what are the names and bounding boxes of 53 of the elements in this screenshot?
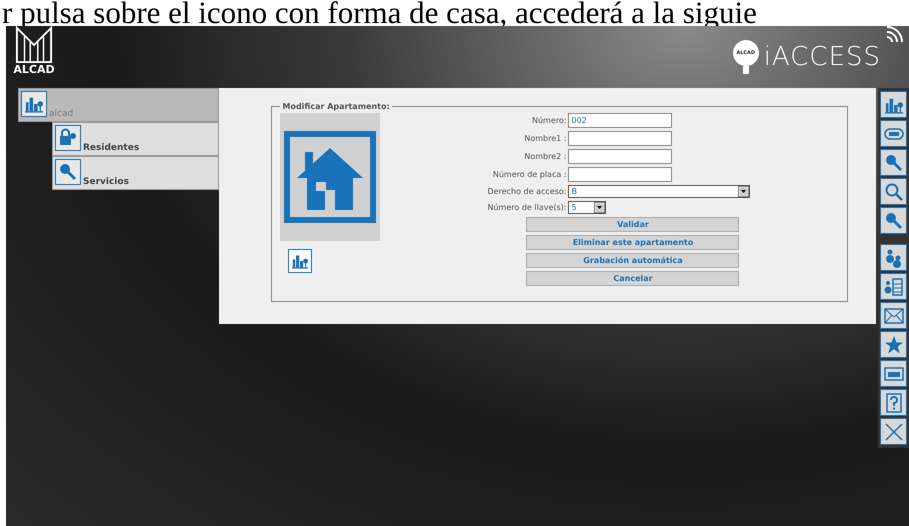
- house-tile[interactable]: [280, 113, 380, 241]
- action-button[interactable]: Cancelar: [526, 271, 740, 286]
- toolbar-button[interactable]: [880, 418, 907, 445]
- house-icon: [283, 130, 378, 224]
- text-field[interactable]: 002: [568, 113, 672, 128]
- logo-mark-icon: [15, 26, 53, 64]
- toolbar-button[interactable]: [880, 207, 907, 234]
- star-icon: [884, 334, 904, 354]
- dropdown-arrow-icon: [738, 186, 750, 197]
- envelope-icon: [884, 308, 904, 324]
- toolbar-button[interactable]: [880, 273, 907, 300]
- field-label: Derecho de acceso:: [486, 187, 566, 196]
- toolbar-button[interactable]: [880, 244, 907, 271]
- person-list-icon: [884, 276, 904, 296]
- field-label: Nombre1 :: [523, 134, 566, 143]
- toolbar-button[interactable]: [880, 302, 907, 329]
- help-icon: [886, 392, 902, 412]
- action-button[interactable]: Validar: [526, 217, 740, 232]
- search-icon: [884, 182, 904, 202]
- action-button[interactable]: Eliminar este apartamento: [526, 235, 740, 250]
- close-icon: [884, 422, 904, 442]
- action-button[interactable]: Grabación automática: [526, 253, 740, 268]
- toolbar-button[interactable]: [880, 149, 907, 176]
- toolbar-button[interactable]: [880, 360, 907, 387]
- people-icon: [884, 248, 904, 268]
- field-label: Número de llave(s):: [486, 203, 566, 212]
- toolbar-button[interactable]: [880, 178, 907, 205]
- toolbar-button[interactable]: [880, 91, 907, 118]
- brand-logo: ALCAD: [8, 26, 60, 78]
- tree-item[interactable]: Servicios: [52, 156, 220, 190]
- wireless-icon: [885, 26, 903, 44]
- dropdown-field[interactable]: B: [568, 185, 750, 198]
- toolbar-button[interactable]: [880, 389, 907, 416]
- toolbar-button[interactable]: [880, 120, 907, 147]
- buildings-icon: [292, 253, 308, 269]
- badge-icon: [884, 128, 904, 140]
- tree-item[interactable]: Residentes: [52, 122, 220, 156]
- toolbar-button[interactable]: [880, 331, 907, 358]
- form-legend: Modificar Apartamento:: [280, 102, 392, 111]
- field-label: Número:: [531, 116, 566, 125]
- buildings-icon: [25, 95, 43, 113]
- padlock-key-icon: [58, 128, 78, 148]
- field-label: Nombre2 :: [523, 152, 566, 161]
- device-icon: [884, 366, 904, 380]
- buildings-button[interactable]: [288, 249, 312, 273]
- text-field[interactable]: [568, 149, 672, 164]
- buildings-icon: [884, 96, 902, 114]
- dropdown-arrow-icon: [594, 202, 606, 213]
- text-field[interactable]: [568, 167, 672, 182]
- text-field[interactable]: [568, 131, 672, 146]
- document-caption: r pulsa sobre el icono con forma de casa, accederá a la siguie: [1, 0, 758, 26]
- dropdown-field[interactable]: 5: [568, 201, 606, 214]
- field-label: Número de placa :: [492, 170, 566, 179]
